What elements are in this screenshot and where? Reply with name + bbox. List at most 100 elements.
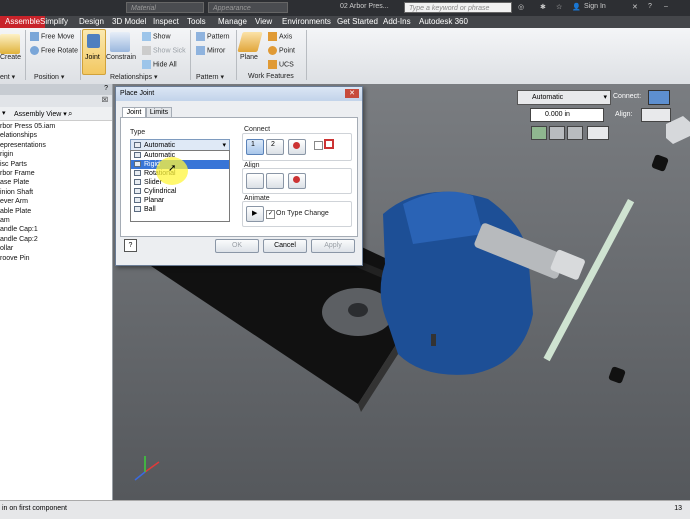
- binoculars-icon[interactable]: ⌕: [68, 109, 72, 119]
- connect-select-button[interactable]: [648, 90, 670, 105]
- search-input[interactable]: Type a keyword or phrase: [404, 2, 512, 13]
- option-ball[interactable]: Ball: [131, 205, 229, 214]
- constrain-button[interactable]: Constrain: [106, 54, 136, 61]
- help-icon[interactable]: ?: [124, 239, 137, 252]
- align-second-button[interactable]: [266, 173, 284, 189]
- tree-item[interactable]: ollar: [0, 245, 13, 252]
- connect-second-button[interactable]: 2: [266, 139, 284, 155]
- tree-item[interactable]: rbor Press 05.iam: [0, 123, 55, 130]
- assembly-view-dropdown[interactable]: Assembly View ▾: [14, 110, 67, 118]
- dialog-close-button[interactable]: ✕: [345, 89, 359, 98]
- panel-label-position[interactable]: Position ▾: [34, 73, 64, 81]
- tab-assemble[interactable]: Assemble: [0, 16, 46, 28]
- connect-first-button[interactable]: 1: [246, 139, 264, 155]
- panel-label-relationships[interactable]: Relationships ▾: [110, 73, 157, 81]
- tab-simplify[interactable]: Simplify: [40, 17, 68, 26]
- joint-type-combo[interactable]: Automatic ▾: [517, 90, 611, 105]
- tree-item[interactable]: am: [0, 217, 10, 224]
- tab-autodesk-360[interactable]: Autodesk 360: [419, 17, 468, 26]
- sign-in-link[interactable]: Sign In: [584, 3, 606, 10]
- tree-item[interactable]: andle Cap:1: [0, 226, 38, 233]
- browser-title-strip: ☒: [0, 95, 112, 107]
- appearance-selector[interactable]: Appearance: [208, 2, 288, 13]
- cancel-x-icon[interactable]: [567, 126, 583, 140]
- tree-item[interactable]: able Plate: [0, 208, 31, 215]
- help-icon[interactable]: ?: [648, 3, 652, 10]
- browser-help-icon[interactable]: ?: [104, 85, 108, 92]
- option-cylindrical[interactable]: Cylindrical: [131, 187, 229, 196]
- handle-cap-2[interactable]: [608, 366, 626, 384]
- tab-3d-model[interactable]: 3D Model: [112, 17, 146, 26]
- free-move-button[interactable]: Free Move: [30, 32, 74, 41]
- show-button[interactable]: Show: [142, 32, 171, 41]
- offset-input[interactable]: 0.000 in: [530, 108, 604, 122]
- connect-2-icon: 2: [271, 141, 275, 148]
- tree-item[interactable]: elationships: [0, 132, 37, 139]
- mirror-button[interactable]: Mirror: [196, 46, 225, 55]
- panel-label-pattern[interactable]: Pattern ▾: [196, 73, 224, 81]
- exchange-icon[interactable]: ✕: [632, 3, 638, 11]
- tree-item[interactable]: andle Cap:2: [0, 236, 38, 243]
- panel-label-component[interactable]: ent ▾: [0, 73, 15, 81]
- tab-get-started[interactable]: Get Started: [337, 17, 378, 26]
- plane-icon[interactable]: [237, 32, 263, 52]
- flip-align-button[interactable]: [288, 173, 306, 189]
- play-button[interactable]: ▶: [246, 206, 264, 222]
- lock-checkbox[interactable]: [314, 141, 323, 150]
- favorite-icon[interactable]: ☆: [556, 3, 562, 11]
- align-select-button[interactable]: [641, 108, 671, 122]
- tab-environments[interactable]: Environments: [282, 17, 331, 26]
- tree-item[interactable]: rbor Frame: [0, 170, 35, 177]
- tree-item[interactable]: ever Arm: [0, 198, 28, 205]
- tab-tools[interactable]: Tools: [187, 17, 206, 26]
- hide-all-button[interactable]: Hide All: [142, 60, 177, 69]
- cancel-button[interactable]: Cancel: [263, 239, 307, 253]
- joint-type-icon: [134, 142, 141, 149]
- apply-plus-icon[interactable]: [549, 126, 565, 140]
- ribbon: Create Free Move Free Rotate Joint Const…: [0, 28, 690, 85]
- show-sick-button[interactable]: Show Sick: [142, 46, 186, 55]
- free-rotate-button[interactable]: Free Rotate: [30, 46, 78, 55]
- constrain-icon[interactable]: [110, 32, 130, 52]
- ok-button[interactable]: OK: [215, 239, 259, 253]
- joint-button[interactable]: Joint: [82, 29, 106, 75]
- plane-button[interactable]: Plane: [240, 54, 258, 61]
- groove-pin[interactable]: [431, 334, 436, 346]
- on-type-change-checkbox[interactable]: ✓: [266, 210, 275, 219]
- options-dropdown[interactable]: [587, 126, 609, 140]
- tree-item[interactable]: roove Pin: [0, 255, 30, 262]
- tree-item[interactable]: isc Parts: [0, 161, 27, 168]
- show-icon: [142, 32, 151, 41]
- tree-item[interactable]: rigin: [0, 151, 13, 158]
- tab-design[interactable]: Design: [79, 17, 104, 26]
- option-planar[interactable]: Planar: [131, 196, 229, 205]
- tree-item[interactable]: ase Plate: [0, 179, 29, 186]
- create-icon[interactable]: [0, 34, 20, 54]
- connect-label: Connect:: [613, 93, 642, 100]
- ucs-button[interactable]: UCS: [268, 60, 294, 69]
- flip-component-button[interactable]: [288, 139, 306, 155]
- handle-cap-1[interactable]: [651, 154, 669, 172]
- ok-check-icon[interactable]: [531, 126, 547, 140]
- filter-icon[interactable]: ▾: [2, 109, 6, 117]
- tab-manage[interactable]: Manage: [218, 17, 247, 26]
- pattern-button[interactable]: Pattern: [196, 32, 230, 41]
- tree-item[interactable]: inion Shaft: [0, 189, 33, 196]
- apply-button[interactable]: Apply: [311, 239, 355, 253]
- flip-align-icon: [293, 176, 300, 183]
- browser-close-icon[interactable]: ☒: [102, 96, 108, 104]
- axis-button[interactable]: Axis: [268, 32, 292, 41]
- tab-add-ins[interactable]: Add-Ins: [383, 17, 411, 26]
- star-icon[interactable]: ✱: [540, 3, 546, 11]
- tab-view[interactable]: View: [255, 17, 272, 26]
- align-first-button[interactable]: [246, 173, 264, 189]
- point-button[interactable]: Point: [268, 46, 295, 55]
- lever-arm[interactable]: [543, 199, 635, 362]
- free-rotate-label: Free Rotate: [41, 47, 78, 55]
- tree-item[interactable]: epresentations: [0, 142, 46, 149]
- tab-inspect[interactable]: Inspect: [153, 17, 179, 26]
- binoculars-icon[interactable]: ◎: [518, 3, 524, 11]
- minimize-icon[interactable]: –: [664, 3, 668, 10]
- create-button[interactable]: Create: [0, 54, 21, 61]
- material-selector[interactable]: Material: [126, 2, 204, 13]
